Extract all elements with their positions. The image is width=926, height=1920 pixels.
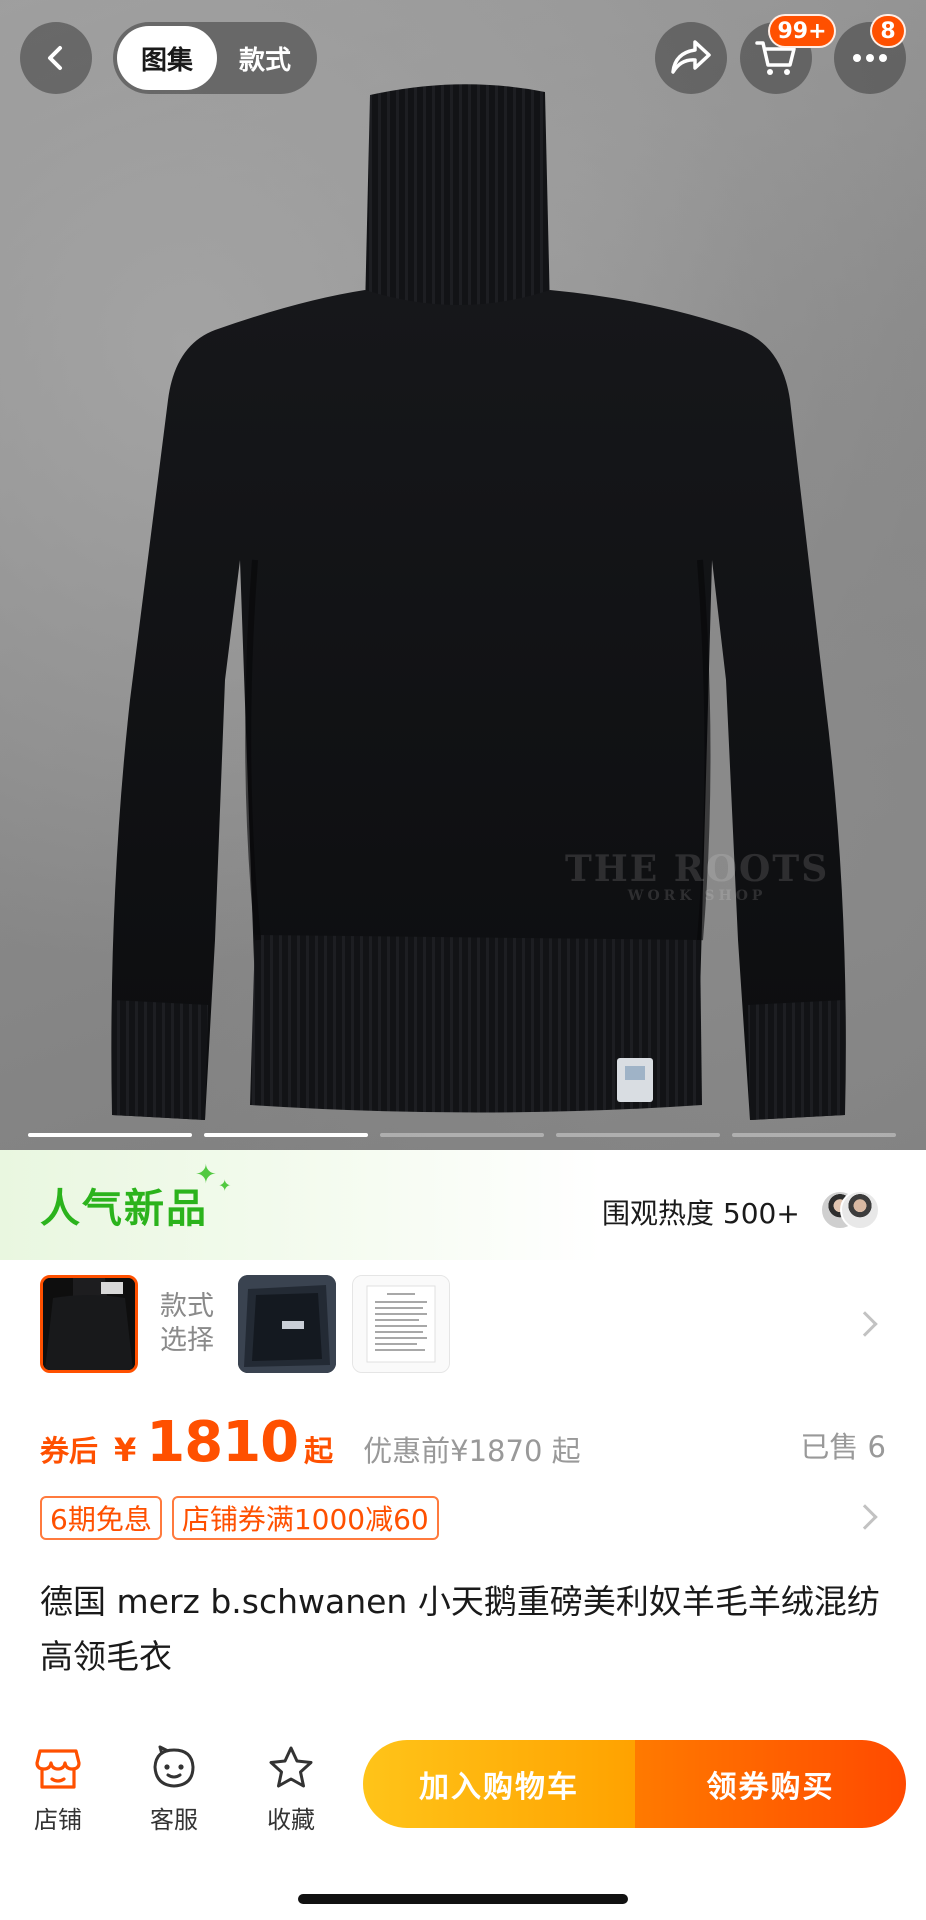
share-button[interactable] bbox=[655, 22, 727, 94]
variant-thumb-black[interactable] bbox=[40, 1275, 138, 1373]
gallery-dot[interactable] bbox=[204, 1133, 368, 1137]
gallery-dot[interactable] bbox=[556, 1133, 720, 1137]
package-thumb-image bbox=[238, 1275, 336, 1373]
sparkle-icon: ✦ bbox=[195, 1160, 217, 1190]
original-price: 优惠前¥1870 起 bbox=[363, 1434, 581, 1468]
sparkle-icon: ✦ bbox=[218, 1176, 232, 1195]
sold-count: 已售 6 bbox=[800, 1430, 886, 1464]
message-count-badge: 8 bbox=[870, 14, 906, 48]
avatar bbox=[840, 1190, 880, 1230]
customer-service-label: 客服 bbox=[150, 1806, 198, 1834]
shop-label: 店铺 bbox=[34, 1806, 82, 1834]
viewer-avatars bbox=[820, 1190, 880, 1230]
favorite-label: 收藏 bbox=[267, 1806, 315, 1834]
sweater-image bbox=[111, 84, 846, 1120]
customer-service-icon bbox=[153, 1745, 195, 1788]
tab-styles[interactable]: 款式 bbox=[217, 26, 313, 90]
variant-thumb-document[interactable] bbox=[352, 1275, 450, 1373]
price-prefix: 券后 bbox=[40, 1434, 99, 1468]
price-suffix: 起 bbox=[304, 1434, 334, 1468]
chevron-right-icon[interactable] bbox=[852, 1311, 878, 1337]
product-image-gallery[interactable]: THE ROOTS WORK SHOP bbox=[0, 0, 926, 1150]
gallery-dot[interactable] bbox=[732, 1133, 896, 1137]
chevron-right-icon[interactable] bbox=[852, 1504, 878, 1530]
home-indicator[interactable] bbox=[298, 1894, 628, 1904]
style-select-label[interactable]: 款式 选择 bbox=[160, 1290, 216, 1358]
watermark: THE ROOTS WORK SHOP bbox=[565, 850, 829, 904]
installment-tag[interactable]: 6期免息 bbox=[40, 1496, 162, 1540]
star-icon bbox=[269, 1746, 313, 1788]
price-row: 券后 ¥ 1810 起 优惠前¥1870 起 bbox=[40, 1410, 581, 1475]
gallery-pagination bbox=[28, 1133, 896, 1137]
product-title: 德国 merz b.schwanen 小天鹅重磅美利奴羊毛羊绒混纺高领毛衣 bbox=[40, 1582, 880, 1676]
watermark-line2: WORK SHOP bbox=[627, 888, 767, 904]
tab-gallery[interactable]: 图集 bbox=[117, 26, 217, 90]
customer-service-button[interactable]: 客服 bbox=[134, 1742, 214, 1835]
hot-new-label: 人气新品 bbox=[40, 1186, 208, 1232]
style-select-label-line2: 选择 bbox=[160, 1325, 214, 1356]
gallery-dot[interactable] bbox=[380, 1133, 544, 1137]
promo-tags[interactable]: 6期免息 店铺券满1000减60 bbox=[40, 1496, 439, 1540]
chevron-left-icon bbox=[48, 46, 62, 70]
back-button[interactable] bbox=[20, 22, 92, 94]
share-icon bbox=[671, 40, 711, 74]
style-selector[interactable]: 款式 选择 bbox=[40, 1275, 450, 1373]
cart-count-badge: 99+ bbox=[768, 14, 836, 48]
add-to-cart-button[interactable]: 加入购物车 bbox=[363, 1740, 635, 1828]
coupon-tag[interactable]: 店铺券满1000减60 bbox=[171, 1496, 439, 1540]
currency-symbol: ¥ bbox=[114, 1431, 137, 1469]
product-page: THE ROOTS WORK SHOP 图集 款式 99+ 8 人气新品 ✦ ✦… bbox=[0, 0, 926, 1920]
shop-button[interactable]: 店铺 bbox=[18, 1742, 98, 1835]
document-thumb-image bbox=[353, 1276, 449, 1372]
sweater-thumb-image bbox=[43, 1278, 135, 1370]
gallery-style-switch: 图集 款式 bbox=[113, 22, 317, 94]
style-select-label-line1: 款式 bbox=[160, 1291, 214, 1322]
shop-icon bbox=[35, 1749, 81, 1789]
more-icon bbox=[853, 54, 887, 62]
variant-thumb-packaged[interactable] bbox=[238, 1275, 336, 1373]
heat-counter: 围观热度 500+ bbox=[602, 1197, 800, 1230]
price-amount: 1810 bbox=[146, 1410, 299, 1475]
buy-with-coupon-button[interactable]: 领券购买 bbox=[635, 1740, 906, 1828]
favorite-button[interactable]: 收藏 bbox=[251, 1742, 331, 1835]
gallery-dot[interactable] bbox=[28, 1133, 192, 1137]
watermark-line1: THE ROOTS bbox=[565, 848, 830, 890]
